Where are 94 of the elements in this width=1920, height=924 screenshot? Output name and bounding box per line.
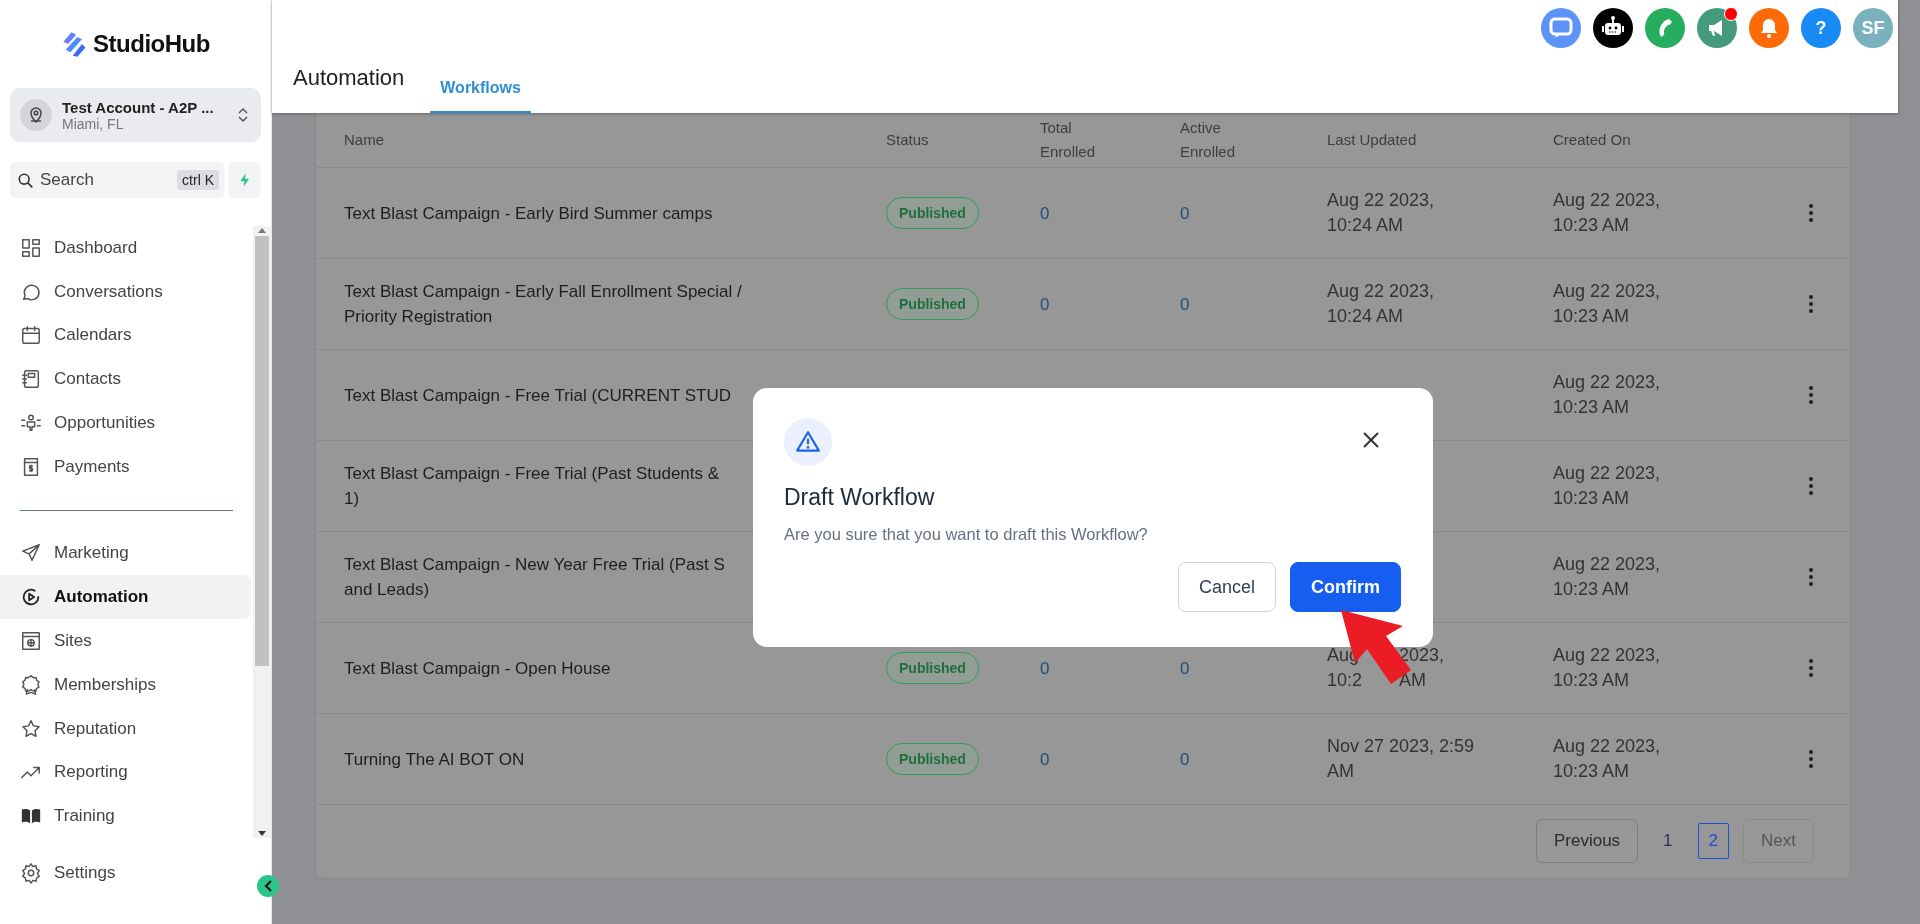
- page-number[interactable]: 1: [1652, 823, 1684, 859]
- megaphone-button[interactable]: [1697, 8, 1737, 48]
- up-down-chevron-icon: [235, 107, 251, 123]
- nav-item[interactable]: Payments: [0, 444, 251, 489]
- nav-item[interactable]: Reporting: [0, 750, 251, 795]
- column-header: Total Enrolled: [1040, 118, 1097, 162]
- more-options-icon: [1808, 658, 1814, 678]
- close-icon: [1361, 430, 1381, 450]
- table-cell-text: 10:2: [1327, 669, 1364, 692]
- table-cell-text: Aug 22 2023, 10:23 AM: [1553, 644, 1662, 692]
- column-header: Active Enrolled: [1180, 118, 1237, 162]
- account-location: Miami, FL: [62, 115, 125, 132]
- settings-icon: [20, 861, 42, 884]
- brand-name: StudioHub: [93, 30, 210, 58]
- more-options-icon: [1808, 203, 1814, 223]
- confirm-button[interactable]: Confirm: [1290, 562, 1401, 612]
- column-header: Created On: [1553, 130, 1632, 150]
- table-cell-text: 0: [1180, 293, 1191, 316]
- nav-item[interactable]: Calendars: [0, 313, 251, 358]
- column-header: Name: [344, 130, 385, 150]
- table-cell-text: Aug 22 2023, 10:23 AM: [1553, 371, 1662, 419]
- bell-button[interactable]: [1749, 8, 1789, 48]
- nav-item[interactable]: Sites: [0, 619, 251, 663]
- nav-item[interactable]: Dashboard: [0, 226, 251, 270]
- more-options-icon: [1808, 476, 1814, 496]
- phone-button[interactable]: [1645, 8, 1685, 48]
- search-placeholder: Search: [40, 170, 95, 190]
- scroll-down-icon: [257, 830, 267, 838]
- nav-item[interactable]: Automation: [0, 575, 251, 620]
- column-header: Status: [886, 130, 930, 150]
- shortcut-key: ctrl K: [177, 170, 219, 190]
- more-options-icon: [1808, 294, 1814, 314]
- nav-item[interactable]: Training: [0, 794, 251, 838]
- page-title: Automation: [293, 65, 405, 92]
- web-page-icon: [20, 630, 42, 652]
- quick-action-button[interactable]: [228, 162, 261, 198]
- nav-item[interactable]: Contacts: [0, 357, 251, 402]
- table-cell-text: Aug 22 2023, 10:24 AM: [1327, 280, 1436, 328]
- search-icon: [16, 171, 34, 189]
- nav-item[interactable]: Opportunities: [0, 401, 251, 445]
- workflow-name[interactable]: Text Blast Campaign - Open House: [344, 655, 886, 681]
- scroll-up-icon: [257, 226, 267, 234]
- table-cell-text: Aug 22 2023, 10:23 AM: [1553, 553, 1662, 601]
- chevron-left-icon: [262, 879, 274, 893]
- workflow-name[interactable]: Text Blast Campaign - Early Bird Summer camps: [344, 200, 886, 226]
- dialog-title: Draft Workflow: [784, 484, 936, 511]
- table-cell-text: 2023,: [1399, 644, 1445, 667]
- nav-item[interactable]: Settings: [0, 850, 271, 895]
- workflow-name[interactable]: Turning The AI BOT ON: [344, 746, 886, 772]
- collapse-button[interactable]: [257, 875, 279, 897]
- table-cell-text: 0: [1180, 657, 1191, 680]
- status-badge: Published: [886, 652, 979, 684]
- table-cell-text: Aug 22 2023, 10:24 AM: [1327, 189, 1436, 237]
- previous-button[interactable]: Previous: [1535, 819, 1639, 863]
- status-badge: Published: [886, 197, 979, 229]
- calendar-icon: [20, 324, 42, 347]
- status-badge: Published: [886, 743, 979, 775]
- table-cell-text: Aug 22 2023, 10:23 AM: [1553, 280, 1662, 328]
- table-cell-text: 0: [1180, 202, 1191, 225]
- more-options-icon: [1808, 749, 1814, 769]
- table-cell-text: Nov 27 2023, 2:59 AM: [1327, 735, 1476, 783]
- notebook-icon: [20, 368, 42, 391]
- status-badge: Published: [886, 288, 979, 320]
- warning-triangle: [795, 429, 821, 455]
- table-cell-text: Aug 22 2023, 10:23 AM: [1553, 189, 1662, 237]
- workflow-name[interactable]: Text Blast Campaign - Early Fall Enrollment Special / Priority Registration: [344, 279, 886, 329]
- table-cell-text: Aug 22 2023, 10:23 AM: [1553, 462, 1662, 510]
- scrollbar[interactable]: [253, 226, 271, 838]
- account-switcher[interactable]: Test Account - A2P ... Miami, FL: [10, 88, 261, 142]
- star-icon: [20, 717, 42, 740]
- table-cell-text: 0: [1040, 748, 1051, 771]
- nav-item[interactable]: Reputation: [0, 706, 251, 751]
- chat-button[interactable]: [1541, 8, 1581, 48]
- nav-item[interactable]: Marketing: [0, 531, 251, 576]
- table-cell-text: 0: [1040, 293, 1051, 316]
- column-header: Last Updated: [1327, 130, 1418, 150]
- table-cell-text: 0: [1040, 657, 1051, 680]
- table-cell-text: Aug 22 2023, 10:23 AM: [1553, 735, 1662, 783]
- account-name: Test Account - A2P ...: [62, 98, 215, 116]
- cancel-button[interactable]: Cancel: [1177, 562, 1276, 612]
- location-icon: [20, 99, 52, 131]
- phone-icon: [1658, 18, 1672, 38]
- grid-icon: [20, 236, 42, 259]
- search-field[interactable]: Search ctrl K: [10, 162, 225, 198]
- nav-item[interactable]: Memberships: [0, 662, 251, 707]
- robot-button[interactable]: [1593, 8, 1633, 48]
- more-options-icon: [1808, 567, 1814, 587]
- table-cell-text: 0: [1180, 748, 1191, 771]
- nav-item[interactable]: Conversations: [0, 269, 251, 314]
- dialog-message: Are you sure that you want to draft this Workflow?: [784, 525, 1149, 544]
- table-cell-text: AM: [1399, 669, 1427, 692]
- more-options-icon: [1808, 385, 1814, 405]
- award-icon: [20, 673, 42, 696]
- table-cell-text: 0: [1040, 202, 1051, 225]
